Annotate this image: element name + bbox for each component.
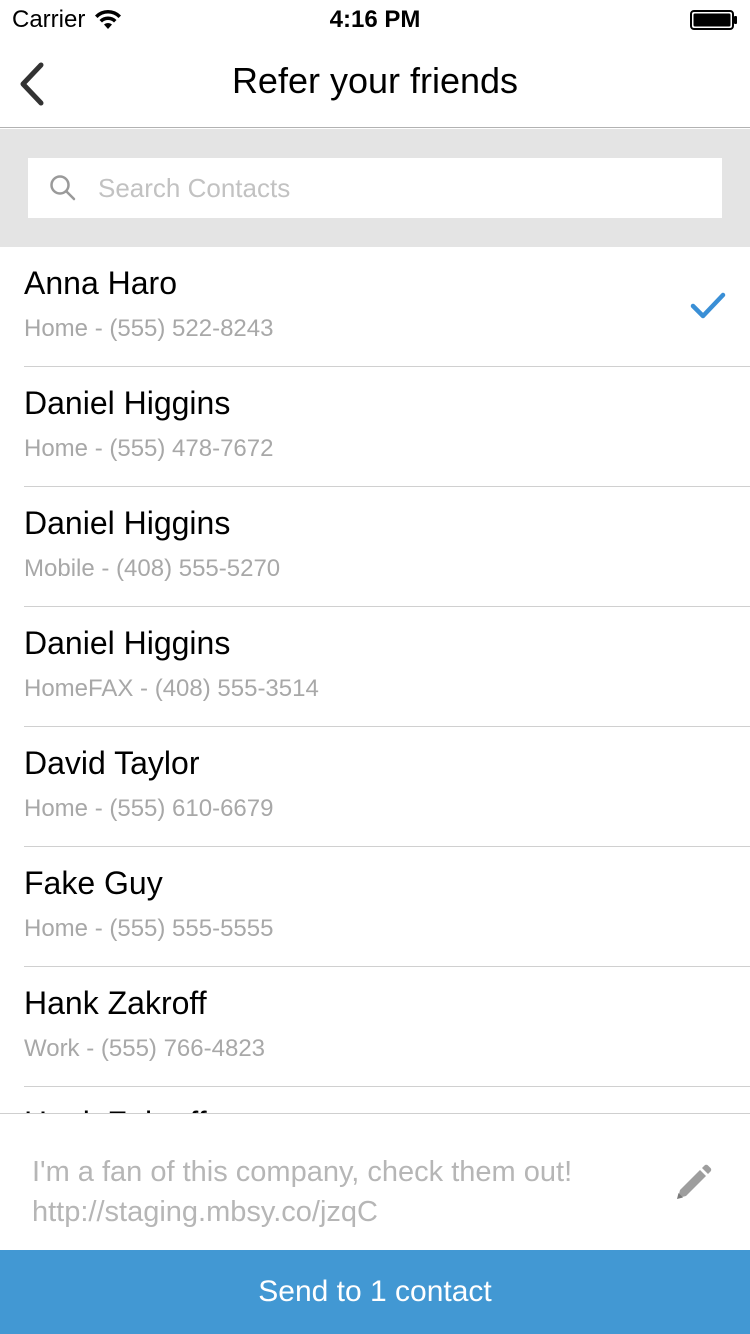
- contact-phone: Home - (555) 478-7672: [24, 435, 274, 462]
- status-bar: Carrier 4:16 PM: [0, 0, 750, 40]
- contact-name: Hank Zakroff: [24, 1105, 207, 1113]
- contact-row[interactable]: Hank Zakroff: [24, 1087, 750, 1113]
- status-time: 4:16 PM: [329, 6, 421, 33]
- checkmark-icon: [690, 292, 726, 319]
- search-input[interactable]: [98, 158, 722, 218]
- contact-phone: Home - (555) 610-6679: [24, 795, 274, 822]
- navigation-bar: Refer your friends: [0, 40, 750, 128]
- contact-name: Daniel Higgins: [24, 505, 231, 541]
- contact-name: Daniel Higgins: [24, 625, 231, 661]
- search-box[interactable]: [28, 158, 722, 218]
- contact-name: Fake Guy: [24, 865, 163, 901]
- contact-name: Daniel Higgins: [24, 385, 231, 421]
- page-title: Refer your friends: [231, 60, 519, 101]
- battery-icon: [690, 10, 737, 30]
- contact-name: Anna Haro: [24, 265, 177, 301]
- search-icon: [28, 158, 98, 218]
- contact-phone: Work - (555) 766-4823: [24, 1035, 266, 1062]
- contact-row[interactable]: Daniel Higgins Home - (555) 478-7672: [24, 367, 750, 487]
- contact-row[interactable]: Daniel Higgins Mobile - (408) 555-5270: [24, 487, 750, 607]
- send-button[interactable]: Send to 1 contact: [0, 1250, 750, 1334]
- contact-phone: Mobile - (408) 555-5270: [24, 555, 281, 582]
- contact-row[interactable]: Anna Haro Home - (555) 522-8243: [24, 247, 750, 367]
- contact-phone: Home - (555) 522-8243: [24, 315, 274, 342]
- contact-row[interactable]: Hank Zakroff Work - (555) 766-4823: [24, 967, 750, 1087]
- contact-row[interactable]: David Taylor Home - (555) 610-6679: [24, 727, 750, 847]
- contact-phone: Home - (555) 555-5555: [24, 915, 274, 942]
- contact-row[interactable]: Fake Guy Home - (555) 555-5555: [24, 847, 750, 967]
- contact-list: Anna Haro Home - (555) 522-8243 Daniel H…: [0, 247, 750, 1113]
- contact-name: Hank Zakroff: [24, 985, 207, 1021]
- contact-row[interactable]: Daniel Higgins HomeFAX - (408) 555-3514: [24, 607, 750, 727]
- contact-phone: HomeFAX - (408) 555-3514: [24, 675, 319, 702]
- pencil-icon[interactable]: [672, 1162, 714, 1204]
- referral-message[interactable]: I'm a fan of this company, check them ou…: [32, 1152, 622, 1232]
- search-area: [0, 129, 750, 247]
- contact-name: David Taylor: [24, 745, 200, 781]
- message-composer: I'm a fan of this company, check them ou…: [0, 1113, 750, 1250]
